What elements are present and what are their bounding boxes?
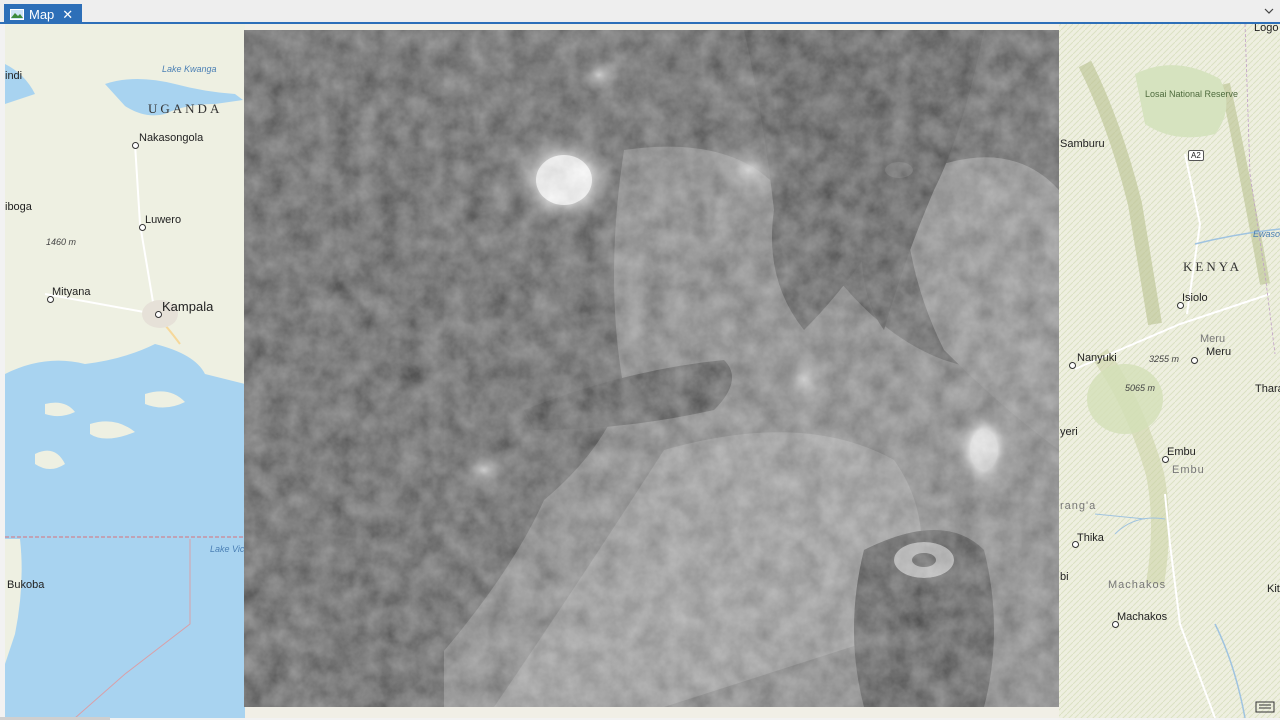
place-label-nanyuki: Nanyuki — [1077, 352, 1117, 364]
place-label-machakos-region: Machakos — [1108, 579, 1167, 591]
city-marker-kampala — [155, 311, 162, 318]
place-label-losai-reserve: Losai National Reserve — [1145, 89, 1239, 99]
place-label-yeri: yeri — [1060, 426, 1078, 438]
place-label-machakos: Machakos — [1117, 611, 1168, 623]
place-label-embu-region: Embu — [1172, 464, 1205, 476]
map-tab-bar: Map ✕ — [0, 0, 1280, 24]
country-label-kenya: KENYA — [1183, 259, 1243, 274]
place-label-meru: Meru — [1206, 346, 1232, 358]
country-label-uganda: UGANDA — [148, 101, 223, 116]
tab-map[interactable]: Map ✕ — [4, 4, 82, 24]
place-label-mityana: Mityana — [52, 286, 91, 298]
place-label-embu: Embu — [1167, 446, 1196, 458]
river-label-ewaso: Ewaso — [1253, 229, 1280, 239]
place-label-iboga: iboga — [5, 201, 32, 213]
place-label-meru-region: Meru — [1200, 333, 1226, 345]
elevation-label-1460: 1460 m — [46, 237, 77, 247]
place-label-bukoba: Bukoba — [7, 579, 45, 591]
elevation-label-3255: 3255 m — [1149, 354, 1180, 364]
tab-map-label: Map — [29, 6, 55, 22]
place-label-nakasongola: Nakasongola — [139, 132, 204, 144]
place-label-indi: indi — [5, 70, 23, 82]
city-marker-nanyuki — [1069, 362, 1076, 369]
lake-kwanga-label: Lake Kwanga — [162, 64, 217, 74]
elevation-raster-layer — [244, 30, 1059, 707]
place-label-luwero: Luwero — [145, 214, 182, 226]
city-marker-meru — [1191, 357, 1198, 364]
city-marker-nakasongola — [132, 142, 139, 149]
chevron-down-icon[interactable] — [1264, 6, 1274, 16]
place-label-kampala: Kampala — [162, 299, 214, 314]
elevation-label-5065: 5065 m — [1125, 383, 1156, 393]
place-label-bi: bi — [1060, 571, 1069, 583]
map-view[interactable]: Lake Kwanga UGANDA indi Nakasongola ibog… — [5, 24, 1280, 718]
place-label-ranga: rang'a — [1060, 500, 1097, 512]
place-label-thara: Thara — [1255, 383, 1280, 395]
close-icon[interactable]: ✕ — [62, 8, 73, 21]
place-label-kit: Kit — [1267, 583, 1280, 595]
place-label-samburu: Samburu — [1060, 138, 1105, 150]
map-icon — [10, 8, 24, 20]
table-of-contents-icon[interactable] — [1255, 700, 1275, 714]
place-label-logo: Logo — [1254, 24, 1279, 34]
place-label-isiolo: Isiolo — [1182, 292, 1208, 304]
road-shield-a2: A2 — [1188, 150, 1204, 161]
place-label-thika: Thika — [1077, 532, 1104, 544]
